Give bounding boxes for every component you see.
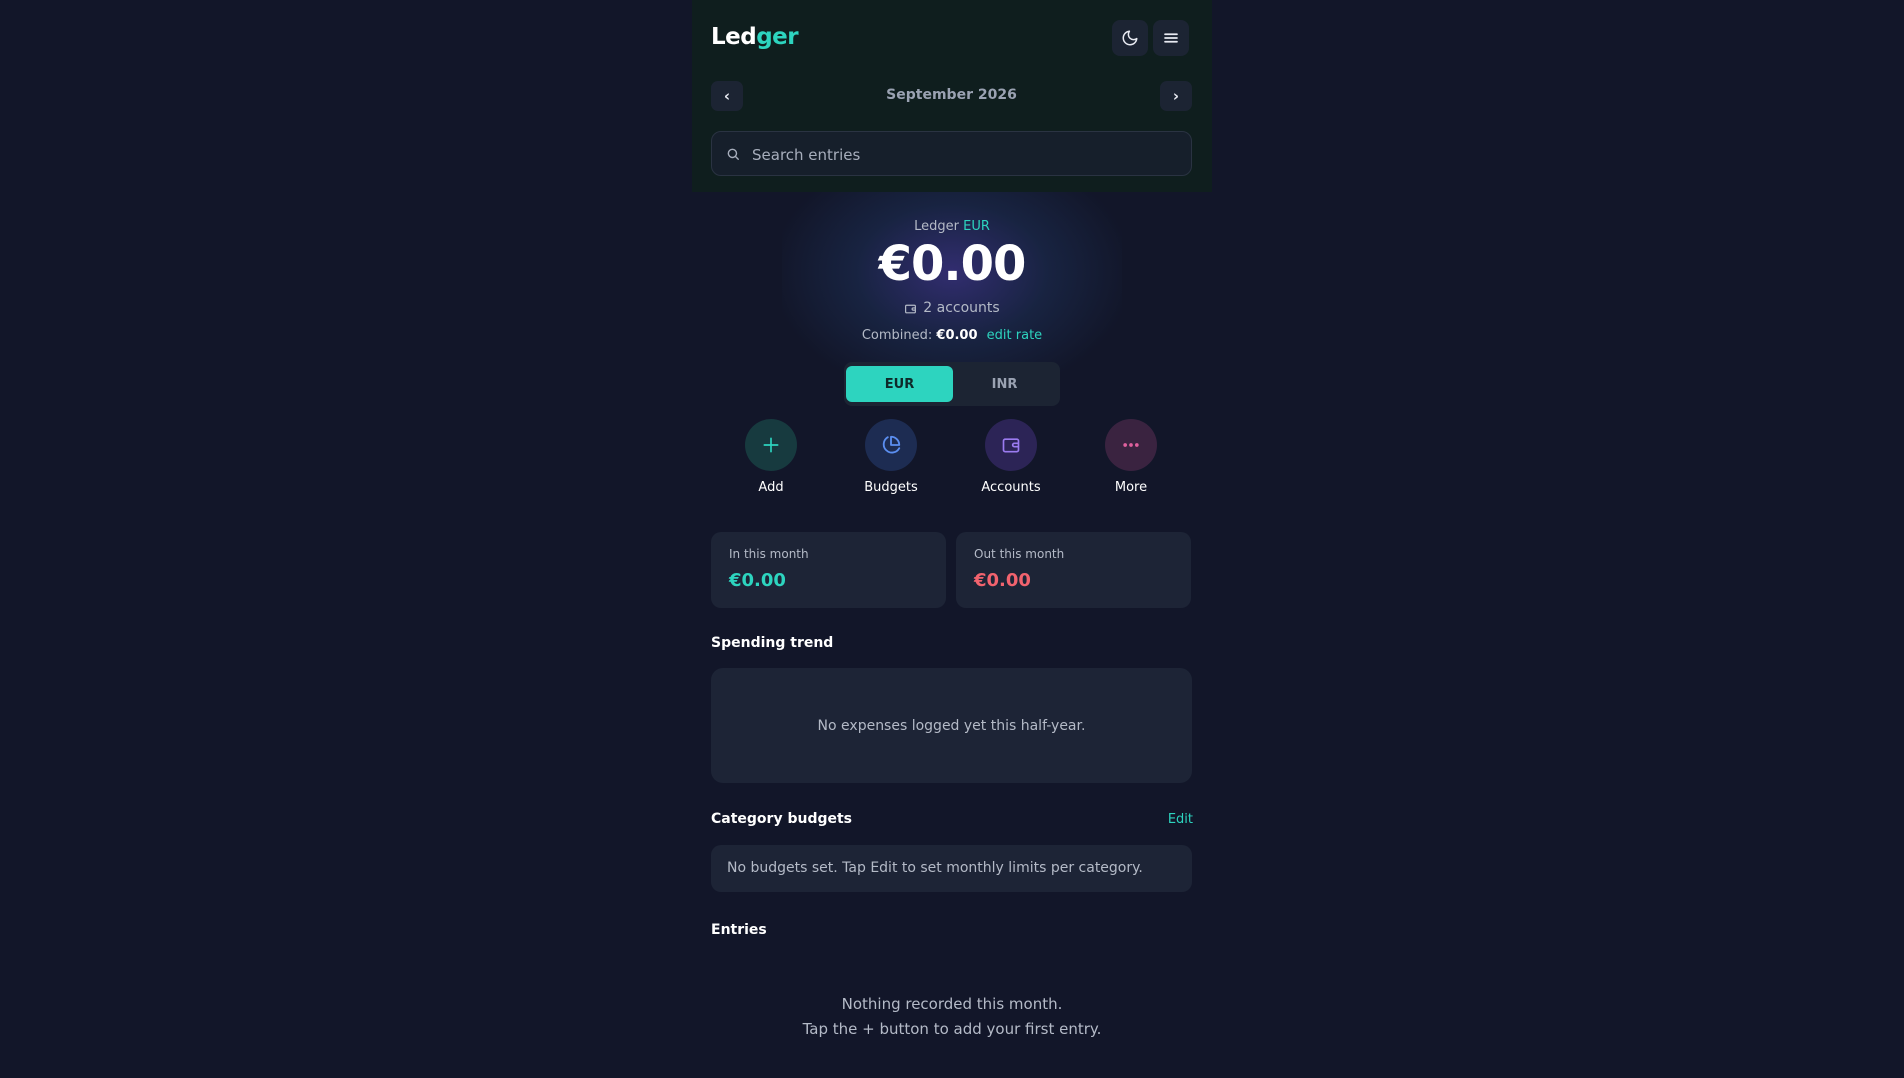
combined-amount: €0.00 bbox=[936, 328, 978, 343]
budgets-action-button[interactable]: Budgets bbox=[846, 419, 936, 495]
quick-actions: Add Budgets Accounts More bbox=[692, 419, 1212, 499]
top-bar: Ledger ‹ September 2026 › bbox=[692, 0, 1212, 192]
search-icon bbox=[727, 148, 739, 160]
spending-trend-empty: No expenses logged yet this half-year. bbox=[817, 717, 1086, 734]
ledger-label: Ledger EUR bbox=[692, 219, 1212, 234]
total-balance: €0.00 bbox=[878, 236, 1027, 292]
wallet-small-icon bbox=[905, 304, 917, 313]
accounts-action-circle bbox=[985, 419, 1037, 471]
logo-main-text: Led bbox=[711, 24, 757, 50]
more-dots-icon bbox=[1123, 443, 1139, 447]
wallet-icon bbox=[1002, 438, 1020, 453]
add-action-circle bbox=[745, 419, 797, 471]
app-container: Ledger ‹ September 2026 › Ledger EUR bbox=[692, 0, 1212, 1078]
menu-button[interactable] bbox=[1153, 20, 1189, 56]
budgets-action-circle bbox=[865, 419, 917, 471]
edit-rate-link[interactable]: edit rate bbox=[987, 328, 1043, 343]
combined-label: Combined: bbox=[861, 328, 933, 343]
expense-label: Out this month bbox=[974, 547, 1065, 561]
theme-toggle-button[interactable] bbox=[1112, 20, 1148, 56]
edit-budgets-link[interactable]: Edit bbox=[1168, 812, 1193, 827]
moon-icon bbox=[1122, 30, 1138, 46]
month-navigator: ‹ September 2026 › bbox=[711, 81, 1192, 111]
pie-chart-icon bbox=[882, 435, 901, 454]
spending-trend-title: Spending trend bbox=[711, 635, 834, 651]
add-action-button[interactable]: Add bbox=[726, 419, 816, 495]
currency-toggle: EUR INR bbox=[844, 362, 1060, 406]
more-action-label: More bbox=[1114, 480, 1148, 495]
plus-icon bbox=[763, 437, 779, 453]
current-month-label: September 2026 bbox=[886, 87, 1017, 103]
more-action-circle bbox=[1105, 419, 1157, 471]
currency-option-inr[interactable]: INR bbox=[951, 366, 1058, 402]
add-action-label: Add bbox=[758, 480, 784, 495]
accounts-action-button[interactable]: Accounts bbox=[966, 419, 1056, 495]
budgets-card: No budgets set. Tap Edit to set monthly … bbox=[711, 845, 1192, 892]
accounts-action-label: Accounts bbox=[981, 480, 1041, 495]
income-card: In this month €0.00 bbox=[711, 532, 946, 608]
more-action-button[interactable]: More bbox=[1086, 419, 1176, 495]
currency-option-eur[interactable]: EUR bbox=[846, 366, 953, 402]
income-value: €0.00 bbox=[729, 570, 786, 591]
hamburger-icon bbox=[1164, 33, 1178, 43]
expense-card: Out this month €0.00 bbox=[956, 532, 1191, 608]
combined-total: Combined: €0.00 edit rate bbox=[692, 328, 1212, 343]
ledger-name: Ledger bbox=[914, 219, 959, 234]
income-label: In this month bbox=[729, 547, 809, 561]
accounts-count[interactable]: 2 accounts bbox=[692, 300, 1212, 316]
next-month-button[interactable]: › bbox=[1160, 81, 1192, 111]
budgets-action-label: Budgets bbox=[864, 480, 918, 495]
prev-month-button[interactable]: ‹ bbox=[711, 81, 743, 111]
entries-empty-line1: Nothing recorded this month. bbox=[841, 995, 1063, 1013]
app-logo: Ledger bbox=[711, 24, 799, 50]
accounts-count-text: 2 accounts bbox=[923, 300, 1000, 316]
expense-value: €0.00 bbox=[974, 570, 1031, 591]
entries-title: Entries bbox=[711, 922, 767, 938]
search-input[interactable] bbox=[750, 132, 1184, 177]
entries-empty-line2: Tap the + button to add your first entry… bbox=[802, 1020, 1102, 1038]
ledger-currency: EUR bbox=[963, 219, 990, 234]
category-budgets-title: Category budgets bbox=[711, 811, 853, 827]
budgets-empty: No budgets set. Tap Edit to set monthly … bbox=[727, 860, 1143, 876]
search-box bbox=[711, 131, 1192, 177]
logo-accent-text: ger bbox=[756, 24, 799, 50]
spending-trend-card: No expenses logged yet this half-year. bbox=[711, 668, 1192, 783]
